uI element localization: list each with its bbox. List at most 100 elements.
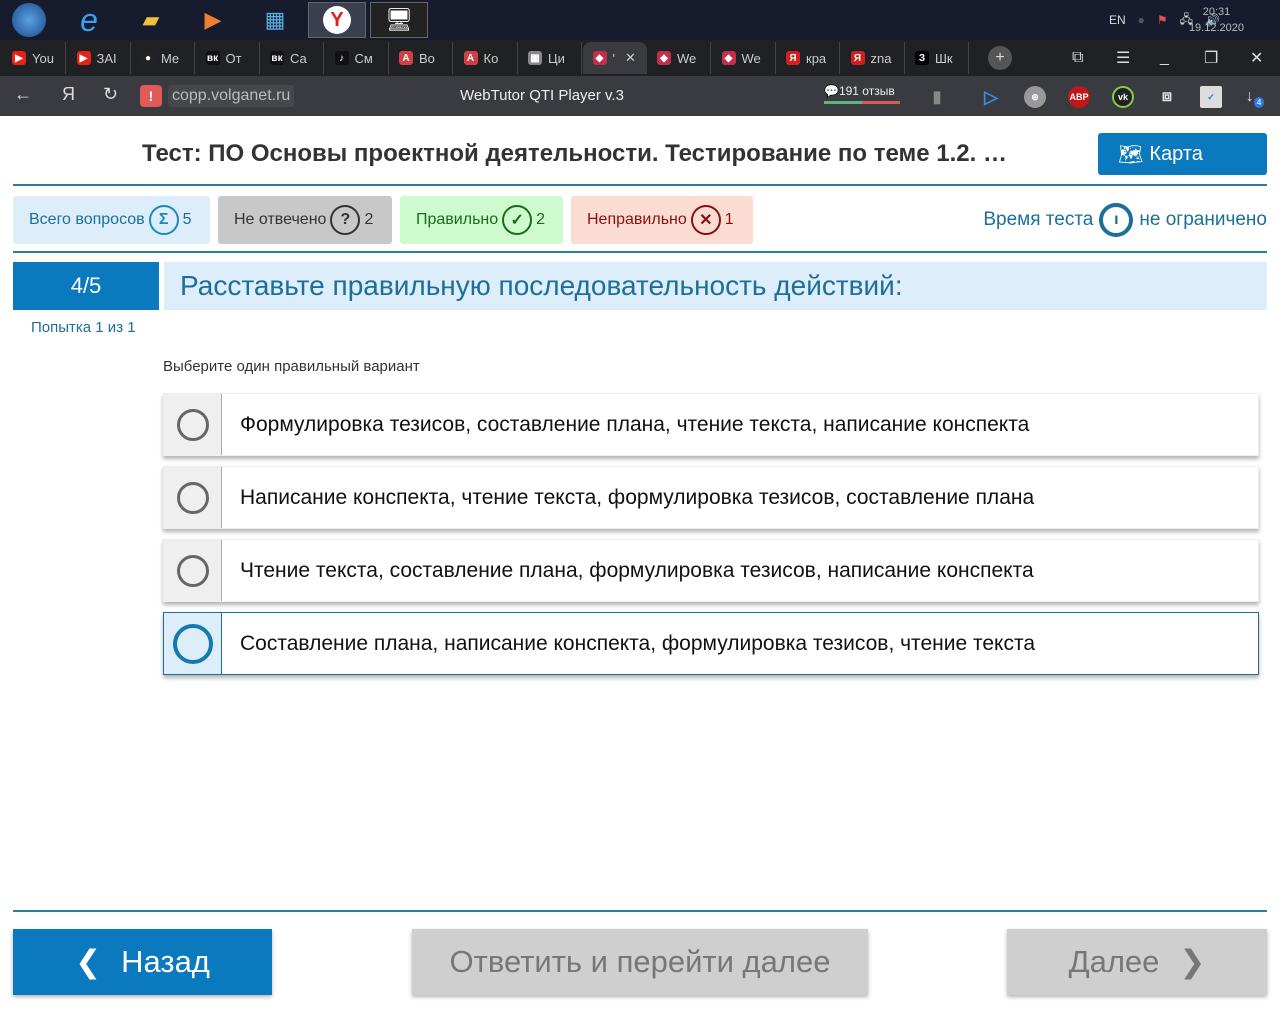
tab-title: Са (290, 50, 307, 66)
explorer-icon[interactable]: ▰ (122, 2, 180, 38)
back-button[interactable]: ❮ Назад (13, 929, 272, 995)
browser-tab[interactable]: ▦ Ци (518, 42, 582, 74)
browser-tab[interactable]: З Шк (905, 42, 969, 74)
url-field[interactable]: ! copp.volganet.ru (140, 83, 295, 109)
close-tab-icon[interactable]: ✕ (625, 50, 636, 66)
cross-icon: ✕ (690, 205, 721, 235)
stat-unanswered: Не отвечено? 2 (218, 196, 392, 244)
browser-tab[interactable]: ▶ You (2, 42, 66, 74)
play-extension-icon[interactable]: ▷ (980, 86, 1002, 108)
option-label[interactable]: Формулировка тезисов, составление плана,… (222, 394, 1029, 455)
adblock-icon[interactable]: ABP (1068, 86, 1090, 108)
browser-tab[interactable]: ▶ ЗАІ (67, 42, 131, 74)
vk-extension-icon[interactable]: vk (1112, 86, 1134, 108)
bookmark-icon[interactable]: ▮ (926, 86, 948, 108)
radio-button[interactable] (164, 394, 222, 455)
back-arrow-icon[interactable]: ← (14, 84, 32, 105)
option-label[interactable]: Чтение текста, составление плана, формул… (222, 540, 1034, 601)
extension-icon[interactable]: ⧈ (1156, 86, 1178, 108)
browser-tab[interactable]: ♪ См (325, 42, 389, 74)
answer-hint: Выберите один правильный вариант (163, 358, 420, 375)
tray-icon[interactable]: ● (1138, 13, 1145, 27)
tab-title: ЗАІ (96, 50, 117, 66)
media-player-icon[interactable]: ▶ (184, 2, 242, 38)
radio-button[interactable] (164, 540, 222, 601)
check-icon: ✓ (502, 205, 533, 235)
close-window-button[interactable]: ✕ (1250, 40, 1263, 76)
os-taskbar: e ▰ ▶ ▦ Y 🖥 EN ● ⚑ 🖧 🔊 20:31 19.12.2020 (0, 0, 1280, 40)
time-label: Время теста (983, 209, 1094, 230)
browser-tab[interactable]: вк От (196, 42, 260, 74)
flag-icon[interactable]: ⚑ (1157, 13, 1168, 27)
downloads-icon[interactable]: ↓ 4 (1244, 86, 1266, 108)
answer-option-hovered[interactable]: Составление плана, написание конспекта, … (163, 612, 1259, 675)
restore-button[interactable]: ❐ (1204, 40, 1218, 76)
tab-title: We (677, 50, 697, 66)
tab-title: Во (419, 50, 435, 66)
map-button[interactable]: 🗺 Карта (1098, 133, 1267, 175)
control-panel-icon[interactable]: ▦ (246, 2, 304, 38)
monitor-app-icon[interactable]: 🖥 (370, 2, 428, 38)
yandex-home-icon[interactable]: Я (62, 84, 75, 105)
tab-favicon-icon: ● (141, 51, 155, 65)
ie-icon[interactable]: e (60, 2, 118, 38)
document-check-icon[interactable]: ✓ (1200, 86, 1222, 108)
clock[interactable]: 20:31 19.12.2020 (1189, 4, 1244, 36)
start-button[interactable] (0, 2, 58, 38)
yandex-browser-icon[interactable]: Y (308, 2, 366, 38)
option-label[interactable]: Составление плана, написание конспекта, … (222, 613, 1035, 674)
attempt-counter: Попытка 1 из 1 (31, 319, 136, 336)
answer-option[interactable]: Написание конспекта, чтение текста, форм… (163, 466, 1259, 529)
reload-icon[interactable]: ↻ (103, 84, 118, 105)
reviews-widget[interactable]: 💬191 отзыв (824, 84, 900, 104)
tab-favicon-icon: A (463, 51, 478, 65)
next-label: Далее (1068, 944, 1160, 979)
radio-button[interactable] (164, 467, 222, 528)
stat-label: Неправильно (587, 211, 687, 228)
stat-label: Правильно (416, 211, 499, 228)
stat-value: 1 (724, 211, 734, 228)
map-button-label: Карта (1149, 142, 1203, 165)
url-text[interactable]: copp.volganet.ru (168, 85, 295, 107)
answer-option[interactable]: Чтение текста, составление плана, формул… (163, 539, 1259, 602)
new-tab-button[interactable]: + (988, 40, 1012, 76)
browser-tab[interactable]: Яzna (841, 42, 905, 74)
stat-value: 5 (182, 211, 192, 228)
tab-title: ' (612, 50, 615, 66)
stopwatch-icon: ı (1099, 203, 1134, 237)
browser-tab[interactable]: ● Me (131, 42, 195, 74)
menu-icon[interactable]: ☰ (1116, 40, 1130, 76)
tab-favicon-icon: ♪ (334, 51, 349, 65)
tab-title: См (354, 50, 373, 66)
next-button[interactable]: Далее ❯ (1007, 929, 1267, 995)
question-number: 4/5 (13, 262, 159, 310)
browser-tab[interactable]: ◆ We (712, 42, 776, 74)
language-indicator[interactable]: EN (1109, 13, 1126, 27)
tab-favicon-icon: вк (205, 51, 220, 65)
browser-tab[interactable]: вк Са (260, 42, 324, 74)
tab-title: Me (161, 50, 180, 66)
submit-next-button[interactable]: Ответить и перейти далее (412, 929, 868, 995)
stat-total: Всего вопросов Σ 5 (13, 196, 210, 244)
tab-title: кра (806, 50, 827, 66)
browser-tab[interactable]: A Ко (454, 42, 518, 74)
divider (13, 251, 1267, 253)
answer-option[interactable]: Формулировка тезисов, составление плана,… (163, 393, 1259, 456)
option-label[interactable]: Написание конспекта, чтение текста, форм… (222, 467, 1034, 528)
tab-title: We (741, 50, 761, 66)
browser-tab[interactable]: ◆ We (647, 42, 711, 74)
globe-icon[interactable]: ⊕ (1024, 86, 1046, 108)
browser-tab-active[interactable]: ◆ ' ✕ (582, 42, 647, 74)
minimize-button[interactable]: _ (1160, 40, 1169, 76)
question-text: Расставьте правильную последовательность… (164, 262, 1267, 310)
radio-button[interactable] (164, 613, 222, 674)
tab-title: От (225, 50, 242, 66)
bookmarks-panel-icon[interactable]: ⧉ (1072, 40, 1083, 76)
sigma-icon: Σ (148, 205, 179, 235)
comment-icon: 💬 (824, 84, 839, 98)
browser-tab[interactable]: Якра (776, 42, 840, 74)
browser-tab[interactable]: A Во (389, 42, 453, 74)
tab-favicon-icon: ◆ (592, 51, 607, 65)
warning-icon[interactable]: ! (140, 85, 162, 107)
tab-title: You (32, 50, 54, 66)
